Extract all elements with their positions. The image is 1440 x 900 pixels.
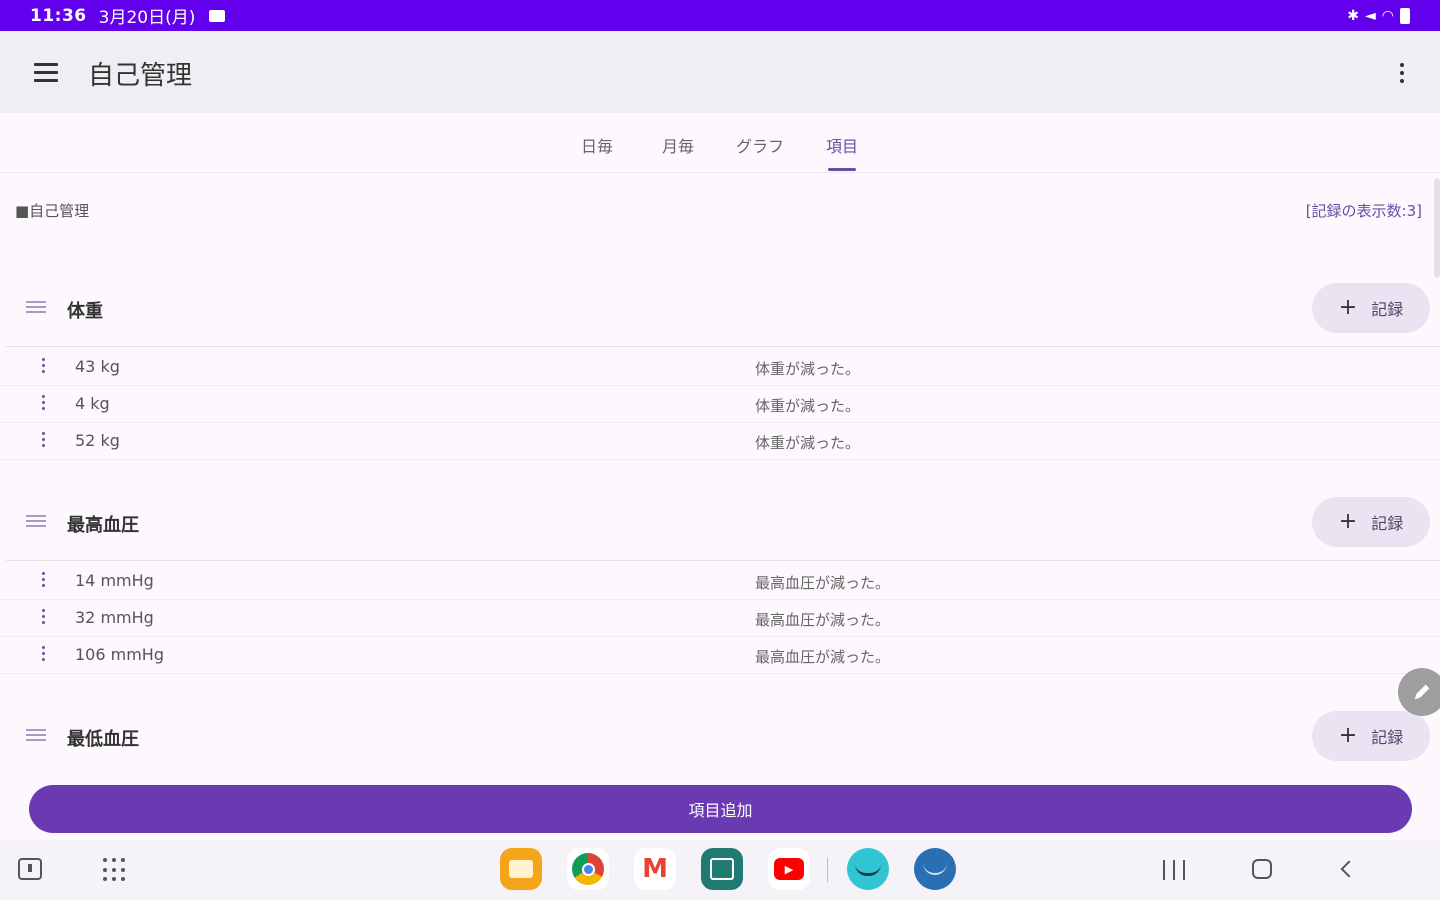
plus-icon: + xyxy=(1338,295,1358,320)
status-date: 3月20日(月) xyxy=(98,8,196,28)
scrollbar[interactable] xyxy=(1434,178,1440,278)
folder-glyph xyxy=(509,860,533,878)
table-row: 43 kg 体重が減った。 xyxy=(0,349,1440,386)
row-note: 体重が減った。 xyxy=(755,360,861,378)
add-record-button[interactable]: + 記録 xyxy=(1312,711,1430,761)
mute-icon: ◄ xyxy=(1365,7,1376,24)
row-note: 体重が減った。 xyxy=(755,434,861,452)
row-value: 106 mmHg xyxy=(75,645,164,664)
table-row: 14 mmHg 最高血圧が減った。 xyxy=(0,563,1440,600)
drag-handle-icon[interactable] xyxy=(26,515,46,529)
row-menu-icon[interactable] xyxy=(42,608,46,626)
amazon-shopping-icon[interactable] xyxy=(847,848,889,890)
plus-icon: + xyxy=(1338,509,1358,534)
add-record-button[interactable]: + 記録 xyxy=(1312,283,1430,333)
amazon-smile-glyph xyxy=(855,862,881,876)
recent-apps-button[interactable] xyxy=(1163,860,1185,880)
drag-handle-icon[interactable] xyxy=(26,729,46,743)
notification-icon xyxy=(209,9,226,22)
row-note: 最高血圧が減った。 xyxy=(755,611,891,629)
group-title: 最低血圧 xyxy=(67,729,139,750)
group-header-weight: 体重 + 記録 xyxy=(0,275,1440,339)
battery-icon xyxy=(1400,7,1410,24)
wifi-icon: ◠ xyxy=(1381,7,1394,24)
table-row: 106 mmHg 最高血圧が減った。 xyxy=(0,637,1440,674)
drag-handle-icon[interactable] xyxy=(26,301,46,315)
row-note: 最高血圧が減った。 xyxy=(755,648,891,666)
add-record-button[interactable]: + 記録 xyxy=(1312,497,1430,547)
row-menu-icon[interactable] xyxy=(42,357,46,375)
row-menu-icon[interactable] xyxy=(42,571,46,589)
record-count-link[interactable]: [記録の表示数:3] xyxy=(1306,200,1422,221)
screen-recorder-icon[interactable] xyxy=(18,858,42,880)
add-item-button[interactable]: 項目追加 xyxy=(29,785,1412,833)
group-title: 体重 xyxy=(67,301,103,322)
status-time: 11:36 xyxy=(30,5,87,26)
gmail-icon[interactable]: M xyxy=(634,848,676,890)
app-bar: 自己管理 xyxy=(0,31,1440,113)
bluetooth-icon: ✱ xyxy=(1347,7,1359,24)
divider xyxy=(6,346,1440,347)
app-title: 自己管理 xyxy=(88,61,193,91)
dock-divider xyxy=(827,858,828,882)
row-note: 最高血圧が減った。 xyxy=(755,574,891,592)
calendar-glyph xyxy=(710,858,734,880)
tab-bar: 日毎 月毎 グラフ 項目 xyxy=(0,113,1440,173)
status-icons: ✱ ◄ ◠ xyxy=(1347,7,1410,24)
group-title: 最高血圧 xyxy=(67,515,139,536)
active-tab-indicator xyxy=(828,168,856,171)
table-row: 4 kg 体重が減った。 xyxy=(0,386,1440,423)
my-files-icon[interactable] xyxy=(500,848,542,890)
add-record-label: 記録 xyxy=(1371,514,1404,533)
chrome-icon[interactable] xyxy=(567,848,609,890)
home-button[interactable] xyxy=(1252,859,1272,879)
row-value: 43 kg xyxy=(75,357,120,376)
system-nav-bar: M ▶ xyxy=(0,840,1440,900)
back-button[interactable] xyxy=(1340,860,1358,878)
add-record-label: 記録 xyxy=(1371,300,1404,319)
divider xyxy=(6,560,1440,561)
table-row: 52 kg 体重が減った。 xyxy=(0,423,1440,460)
row-value: 14 mmHg xyxy=(75,571,154,590)
row-note: 体重が減った。 xyxy=(755,397,861,415)
tab-daily[interactable]: 日毎 xyxy=(581,133,613,157)
chrome-ring xyxy=(572,853,604,885)
row-menu-icon[interactable] xyxy=(42,394,46,412)
overflow-menu-icon[interactable] xyxy=(1396,61,1408,85)
prime-video-icon[interactable] xyxy=(914,848,956,890)
gmail-glyph: M xyxy=(642,854,668,884)
tab-items[interactable]: 項目 xyxy=(826,133,858,157)
prime-video-glyph xyxy=(923,863,947,875)
row-value: 4 kg xyxy=(75,394,110,413)
table-row: 32 mmHg 最高血圧が減った。 xyxy=(0,600,1440,637)
row-menu-icon[interactable] xyxy=(42,645,46,663)
edit-fab[interactable] xyxy=(1398,668,1440,716)
status-bar: 11:36 3月20日(月) ✱ ◄ ◠ xyxy=(0,0,1440,31)
app-drawer-icon[interactable] xyxy=(103,858,127,882)
row-value: 52 kg xyxy=(75,431,120,450)
calendar-icon[interactable] xyxy=(701,848,743,890)
add-record-label: 記録 xyxy=(1371,728,1404,747)
youtube-play-glyph: ▶ xyxy=(774,858,804,880)
group-header-systolic: 最高血圧 + 記録 xyxy=(0,489,1440,553)
section-title: ■自己管理 xyxy=(15,202,90,220)
youtube-icon[interactable]: ▶ xyxy=(768,848,810,890)
row-value: 32 mmHg xyxy=(75,608,154,627)
hamburger-menu-icon[interactable] xyxy=(34,63,58,82)
tab-graph[interactable]: グラフ xyxy=(736,133,784,157)
pencil-icon xyxy=(1414,684,1430,700)
plus-icon: + xyxy=(1338,723,1358,748)
row-menu-icon[interactable] xyxy=(42,431,46,449)
tab-monthly[interactable]: 月毎 xyxy=(662,133,694,157)
group-header-diastolic: 最低血圧 + 記録 xyxy=(0,703,1440,767)
